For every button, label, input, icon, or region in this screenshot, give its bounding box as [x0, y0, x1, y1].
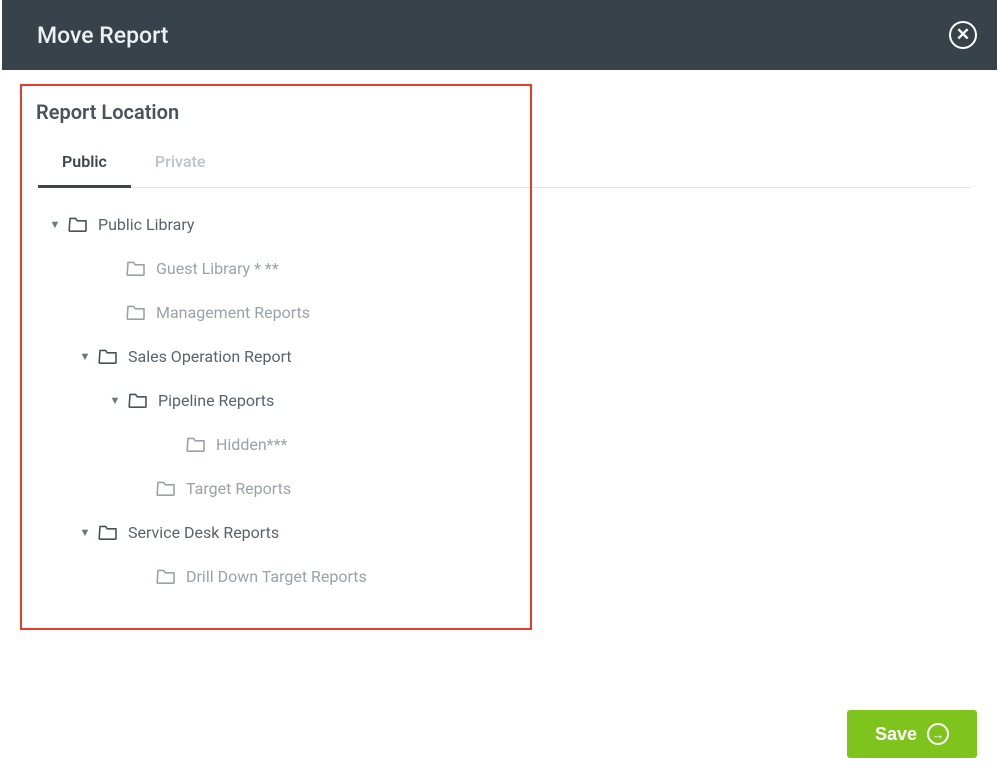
tree-node-guest-library[interactable]: ▼ Guest Library * ** [34, 246, 971, 290]
chevron-down-icon[interactable]: ▼ [76, 526, 94, 539]
tree-node-label: Hidden*** [216, 435, 287, 454]
folder-icon [186, 436, 206, 452]
dialog-title: Move Report [37, 22, 168, 49]
folder-icon [98, 348, 118, 364]
tabs: Public Private [38, 142, 971, 188]
chevron-down-icon[interactable]: ▼ [106, 394, 124, 407]
tree-node-label: Service Desk Reports [128, 523, 279, 542]
close-icon: ✕ [956, 27, 970, 44]
dialog-footer: Save → [847, 710, 977, 758]
dialog-header: Move Report ✕ [2, 0, 997, 70]
close-button[interactable]: ✕ [949, 21, 977, 49]
move-report-dialog: Move Report ✕ Report Location Public Pri… [2, 0, 997, 770]
folder-icon [68, 216, 88, 232]
tree-node-public-library[interactable]: ▼ Public Library [34, 202, 971, 246]
tree-node-label: Sales Operation Report [128, 347, 292, 366]
tree-node-target-reports[interactable]: ▼ Target Reports [34, 466, 971, 510]
folder-icon [156, 480, 176, 496]
folder-icon [156, 568, 176, 584]
section-title: Report Location [36, 100, 971, 124]
tree-node-label: Public Library [98, 215, 194, 234]
tree-node-management-reports[interactable]: ▼ Management Reports [34, 290, 971, 334]
arrow-right-circle-icon: → [927, 723, 949, 745]
tab-private[interactable]: Private [131, 142, 230, 188]
folder-icon [98, 524, 118, 540]
folder-icon [126, 304, 146, 320]
tab-public[interactable]: Public [38, 142, 131, 188]
tree-node-label: Target Reports [186, 479, 291, 498]
tree-node-sales-operation-report[interactable]: ▼ Sales Operation Report [34, 334, 971, 378]
tree-node-label: Guest Library * ** [156, 259, 279, 278]
tree-node-label: Drill Down Target Reports [186, 567, 367, 586]
chevron-down-icon[interactable]: ▼ [46, 218, 64, 231]
dialog-body: Report Location Public Private ▼ Public … [2, 70, 997, 770]
chevron-down-icon[interactable]: ▼ [76, 350, 94, 363]
tree-node-drill-down-target-reports[interactable]: ▼ Drill Down Target Reports [34, 554, 971, 598]
folder-icon [128, 392, 148, 408]
save-button[interactable]: Save → [847, 710, 977, 758]
tree-node-label: Management Reports [156, 303, 310, 322]
folder-tree: ▼ Public Library ▼ Guest Library * ** ▼ … [34, 202, 971, 598]
save-button-label: Save [875, 724, 917, 745]
tree-node-service-desk-reports[interactable]: ▼ Service Desk Reports [34, 510, 971, 554]
tree-node-hidden[interactable]: ▼ Hidden*** [34, 422, 971, 466]
tree-node-pipeline-reports[interactable]: ▼ Pipeline Reports [34, 378, 971, 422]
folder-icon [126, 260, 146, 276]
tree-node-label: Pipeline Reports [158, 391, 274, 410]
